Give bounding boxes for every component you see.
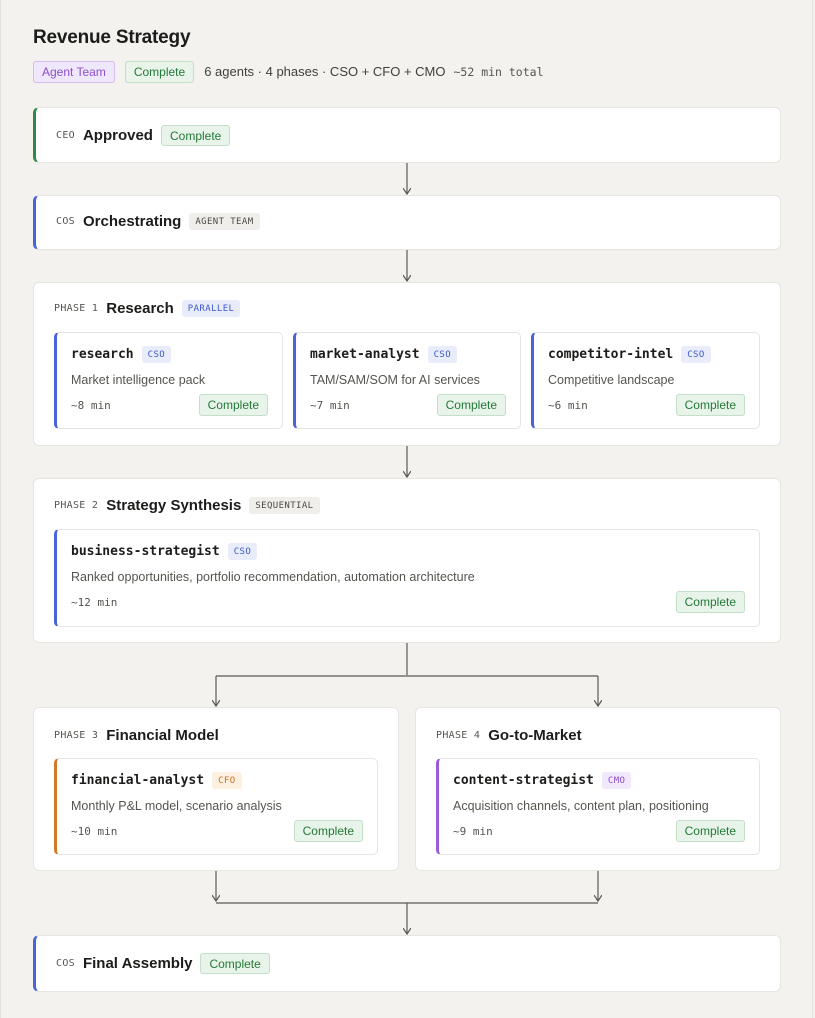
page-title: Revenue Strategy: [33, 27, 191, 48]
phase2-mode-tag: SEQUENTIAL: [249, 497, 320, 514]
agent-card-research[interactable]: research CSO Market intelligence pack ~8…: [54, 332, 283, 429]
agent-status-badge: Complete: [675, 591, 745, 613]
ceo-card[interactable]: CEO Approved Complete: [33, 107, 781, 163]
agent-role-tag: CSO: [681, 346, 711, 363]
cos-team-tag: AGENT TEAM: [189, 213, 260, 230]
agent-description: Competitive landscape: [548, 373, 675, 387]
agent-status-badge: Complete: [675, 394, 745, 416]
agent-role-tag: CMO: [601, 772, 632, 789]
agent-name: research: [71, 347, 134, 362]
final-title: Final Assembly: [82, 955, 193, 972]
agent-role-tag: CSO: [141, 346, 172, 363]
phase2-label: PHASE 2: [54, 500, 99, 511]
phase4-card: PHASE 4 Go-to-Market content-strategist …: [415, 707, 781, 871]
ceo-role: CEO: [56, 130, 75, 141]
agent-duration: ~9 min: [453, 825, 493, 838]
agent-card-business-strategist[interactable]: business-strategist CSO Ranked opportuni…: [54, 529, 760, 627]
status-badge: Complete: [124, 60, 195, 83]
agent-team-badge: Agent Team: [33, 60, 115, 83]
final-status-badge: Complete: [200, 953, 270, 974]
agent-description: Market intelligence pack: [71, 373, 206, 387]
agent-duration: ~12 min: [71, 596, 118, 609]
agent-status-badge: Complete: [675, 820, 745, 842]
phase4-title: Go-to-Market: [488, 727, 582, 744]
agent-description: TAM/SAM/SOM for AI services: [310, 373, 480, 387]
agent-card-content-strategist[interactable]: content-strategist CMO Acquisition chann…: [436, 758, 760, 855]
final-assembly-card[interactable]: COS Final Assembly Complete: [33, 935, 781, 992]
agent-description: Ranked opportunities, portfolio recommen…: [71, 570, 475, 584]
agent-role-tag: CFO: [212, 772, 242, 789]
agent-duration: ~7 min: [310, 399, 350, 412]
phase1-label: PHASE 1: [54, 303, 99, 314]
agent-description: Monthly P&L model, scenario analysis: [71, 799, 282, 813]
agent-role-tag: CSO: [427, 346, 458, 363]
header-duration: ~52 min total: [453, 64, 544, 79]
cos-card[interactable]: COS Orchestrating AGENT TEAM: [33, 195, 781, 250]
cos-role: COS: [56, 216, 75, 227]
agent-duration: ~8 min: [71, 399, 111, 412]
agent-name: content-strategist: [453, 773, 594, 788]
phase4-label: PHASE 4: [436, 730, 481, 741]
agent-description: Acquisition channels, content plan, posi…: [453, 799, 709, 813]
agent-card-market-analyst[interactable]: market-analyst CSO TAM/SAM/SOM for AI se…: [293, 332, 521, 429]
phase1-card: PHASE 1 Research PARALLEL research CSO M…: [33, 282, 781, 446]
phase2-title: Strategy Synthesis: [106, 497, 242, 514]
phase3-label: PHASE 3: [54, 730, 99, 741]
phase1-title: Research: [106, 300, 174, 317]
agent-duration: ~10 min: [71, 825, 118, 838]
agent-status-badge: Complete: [198, 394, 268, 416]
agent-name: competitor-intel: [548, 347, 674, 362]
header-summary: 6 agents · 4 phases · CSO + CFO + CMO: [204, 64, 446, 79]
cos-title: Orchestrating: [82, 213, 182, 230]
phase3-title: Financial Model: [106, 727, 219, 744]
agent-name: financial-analyst: [71, 773, 205, 788]
agent-role-tag: CSO: [227, 543, 258, 560]
phase2-card: PHASE 2 Strategy Synthesis SEQUENTIAL bu…: [33, 478, 781, 643]
ceo-title: Approved: [82, 127, 153, 144]
final-role: COS: [56, 958, 75, 969]
agent-card-financial-analyst[interactable]: financial-analyst CFO Monthly P&L model,…: [54, 758, 378, 855]
agent-card-competitor-intel[interactable]: competitor-intel CSO Competitive landsca…: [531, 332, 760, 429]
agent-name: market-analyst: [310, 347, 420, 362]
phase3-card: PHASE 3 Financial Model financial-analys…: [33, 707, 399, 871]
header-meta: Agent Team Complete 6 agents · 4 phases …: [33, 60, 544, 83]
phase1-mode-tag: PARALLEL: [181, 300, 241, 317]
agent-status-badge: Complete: [293, 820, 363, 842]
agent-status-badge: Complete: [436, 394, 506, 416]
agent-duration: ~6 min: [548, 399, 588, 412]
agent-name: business-strategist: [71, 544, 220, 559]
ceo-status-badge: Complete: [160, 125, 231, 146]
